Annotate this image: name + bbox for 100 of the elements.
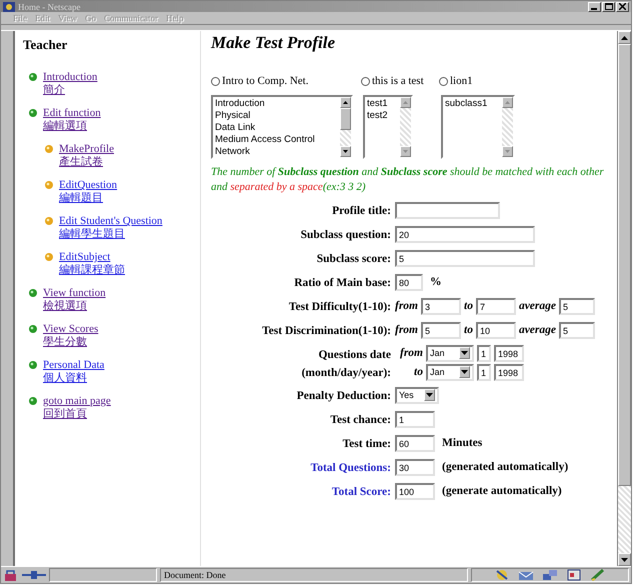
from-label: from	[395, 324, 418, 336]
scroll-bar[interactable]	[502, 96, 513, 156]
pen-icon[interactable]	[590, 569, 606, 581]
caret-icon	[461, 370, 468, 374]
input-field[interactable]: 5	[559, 298, 595, 314]
to-label: to	[464, 324, 473, 336]
list-item[interactable]: Introduction	[215, 98, 338, 110]
from-label: from	[395, 300, 418, 312]
maximize-button[interactable]	[602, 2, 615, 12]
discussion-icon[interactable]	[542, 569, 558, 581]
up-arrow-icon	[621, 36, 628, 40]
input-field[interactable]: 5	[395, 250, 535, 266]
calendar-icon[interactable]	[566, 569, 582, 581]
date-range-label: from	[399, 347, 423, 359]
dropdown[interactable]: Yes	[395, 386, 439, 404]
year-field[interactable]: 1998	[494, 364, 524, 380]
page-scroll-bar[interactable]	[617, 31, 631, 566]
caret-icon	[461, 351, 468, 355]
input-field[interactable]: 5	[559, 322, 595, 338]
down-arrow-icon	[621, 558, 628, 562]
list-box[interactable]: Introduction Physical Data Link Medium Access Control Network	[211, 94, 353, 158]
day-field[interactable]: 1	[477, 364, 491, 380]
input-field[interactable]: 7	[476, 298, 516, 314]
close-icon	[619, 3, 626, 10]
app-icon	[3, 2, 15, 12]
down-arrow-icon	[403, 150, 408, 152]
month-dropdown[interactable]: Jan	[426, 344, 474, 362]
list-item[interactable]: Data Link	[215, 122, 338, 134]
ball-icon	[29, 73, 37, 81]
field-label: Ratio of Main base:	[294, 277, 391, 289]
list-item[interactable]: subclass1	[445, 98, 500, 110]
input-field[interactable]: 20	[395, 226, 535, 242]
unit-label: %	[430, 276, 442, 288]
ball-icon	[29, 361, 37, 369]
input-field[interactable]: 10	[476, 322, 516, 338]
ball-icon	[29, 397, 37, 405]
radio-button[interactable]: Intro to Comp. Net.	[211, 75, 308, 87]
nav-link[interactable]: Introduction 簡介	[43, 71, 98, 97]
input-field[interactable]: 100	[395, 482, 435, 500]
input-field[interactable]: 30	[395, 458, 435, 476]
field-label: Subclass score:	[316, 253, 391, 265]
field-label: Penalty Deduction:	[296, 390, 391, 402]
list-item[interactable]: test1	[367, 98, 398, 110]
day-field[interactable]: 1	[477, 344, 491, 362]
window-title: Home - Netscape	[18, 2, 82, 12]
input-field[interactable]: 3	[421, 298, 461, 314]
page-title: Make Test Profile	[211, 33, 336, 53]
list-item[interactable]: Physical	[215, 110, 338, 122]
to-label: to	[464, 300, 473, 312]
down-arrow-icon	[505, 150, 510, 152]
ball-icon	[29, 109, 37, 117]
nav-link[interactable]: EditQuestion 編輯題目	[59, 179, 118, 205]
field-label: Subclass question:	[300, 229, 391, 241]
input-field[interactable]: 60	[395, 434, 435, 452]
nav-link[interactable]: View Scores 學生分數	[43, 323, 98, 349]
list-item[interactable]: test2	[367, 110, 398, 122]
nav-link[interactable]: EditSubject 編輯課程章節	[59, 251, 125, 277]
field-label: Test time:	[342, 438, 391, 450]
average-label: average	[518, 300, 556, 312]
list-box[interactable]: subclass1	[441, 94, 515, 158]
status-text: Document: Done	[160, 568, 468, 582]
ball-icon	[45, 181, 53, 189]
scroll-bar[interactable]	[400, 96, 411, 156]
field-label: Total Questions:	[310, 462, 391, 474]
radio-button[interactable]: lion1	[439, 75, 473, 87]
up-arrow-icon	[403, 100, 408, 104]
field-label: Questions date (month/day/year):	[302, 348, 391, 378]
field-label: Test Discrimination(1-10):	[262, 325, 391, 337]
list-box[interactable]: test1 test2	[363, 94, 413, 158]
year-field[interactable]: 1998	[494, 344, 524, 362]
field-label: Total Score:	[332, 486, 391, 498]
input-field[interactable]: 80	[395, 274, 423, 290]
month-dropdown[interactable]: Jan	[426, 364, 474, 380]
nav-link[interactable]: Edit function 編輯選項	[43, 107, 101, 133]
list-item[interactable]: Network	[215, 146, 338, 156]
unit-label: (generated automatically)	[442, 461, 568, 473]
nav-link[interactable]: MakeProfile 產生試卷	[59, 143, 114, 169]
input-field[interactable]	[395, 202, 500, 218]
caret-icon	[426, 393, 433, 397]
field-label: Profile title:	[332, 205, 391, 217]
nav-link[interactable]: Personal Data 個人資料	[43, 359, 104, 385]
minimize-button[interactable]	[588, 2, 601, 12]
up-arrow-icon	[505, 100, 510, 104]
nav-link[interactable]: Edit Student's Question 編輯學生題目	[59, 215, 162, 241]
scroll-bar[interactable]	[340, 96, 351, 156]
mail-icon[interactable]	[518, 569, 534, 581]
field-label: Test chance:	[330, 414, 391, 426]
instruction-text: The number of Subclass question and Subclass score should be matched with each other and separated by a space(ex:3 3 2)	[211, 164, 605, 194]
nav-link[interactable]: goto main page 回到首頁	[43, 395, 111, 421]
sidebar-heading: Teacher	[23, 37, 68, 53]
maximize-icon	[604, 3, 612, 10]
input-field[interactable]: 5	[421, 322, 461, 338]
close-button[interactable]	[616, 2, 629, 12]
ball-icon	[45, 217, 53, 225]
ball-icon	[45, 145, 53, 153]
connection-icon	[22, 570, 46, 580]
nav-link[interactable]: View function 檢視選項	[43, 287, 106, 313]
input-field[interactable]: 1	[395, 410, 435, 428]
radio-button[interactable]: this is a test	[361, 75, 424, 87]
list-item[interactable]: Medium Access Control	[215, 134, 338, 146]
